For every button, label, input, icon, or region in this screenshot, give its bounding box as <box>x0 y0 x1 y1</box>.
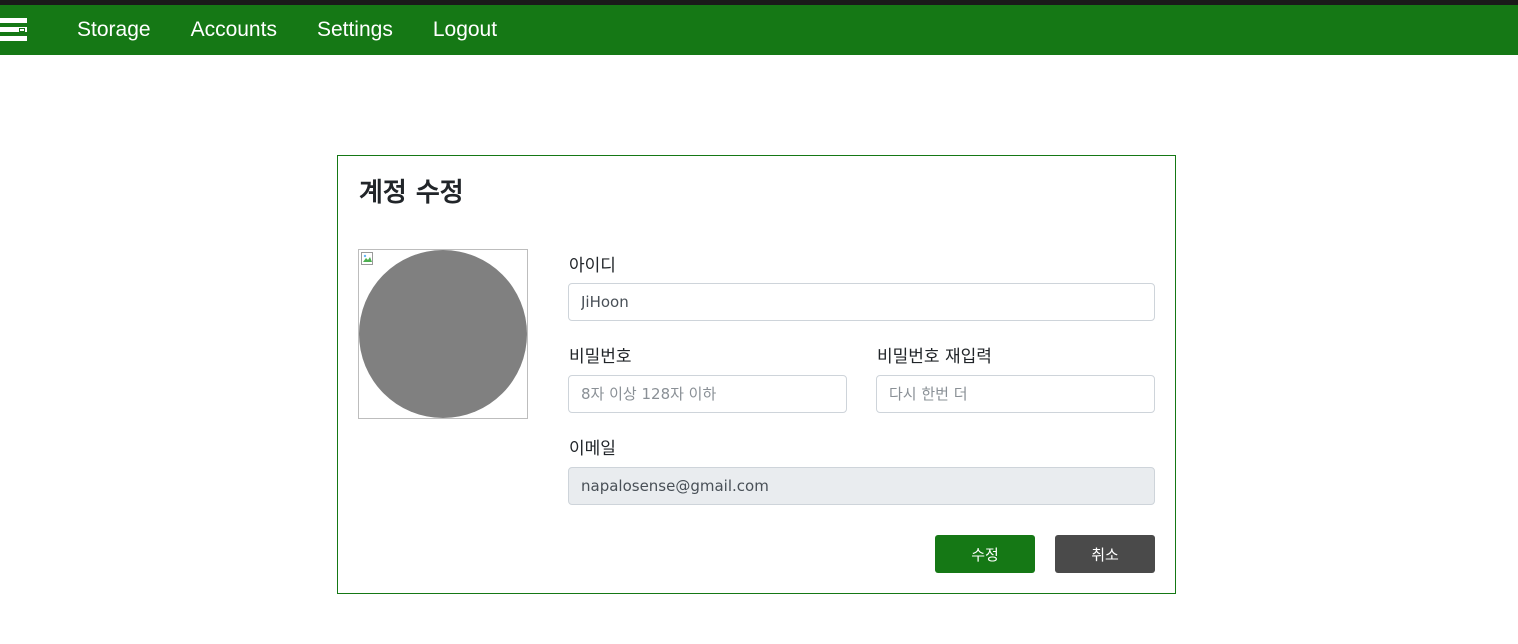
password-input[interactable] <box>568 375 847 413</box>
nav-logout-link[interactable]: Logout <box>433 18 497 42</box>
email-input <box>568 467 1155 505</box>
id-label: 아이디 <box>569 256 616 276</box>
email-label: 이메일 <box>569 439 616 459</box>
nav-accounts-link[interactable]: Accounts <box>191 18 277 42</box>
submit-edit-button[interactable]: 수정 <box>935 535 1035 573</box>
page-title: 계정 수정 <box>359 178 464 208</box>
avatar-image[interactable] <box>358 249 528 419</box>
top-navbar: Storage Accounts Settings Logout <box>0 5 1518 55</box>
password-label: 비밀번호 <box>569 347 632 367</box>
avatar-placeholder-circle <box>359 250 527 418</box>
broken-image-icon <box>361 252 373 265</box>
nav-settings-link[interactable]: Settings <box>317 18 393 42</box>
cancel-button[interactable]: 취소 <box>1055 535 1155 573</box>
password-confirm-label: 비밀번호 재입력 <box>877 347 992 367</box>
edit-account-card: 계정 수정 아이디 비밀번호 비밀번호 재입력 이메일 수정 취소 <box>337 155 1176 594</box>
nav-links: Storage Accounts Settings Logout <box>77 5 537 55</box>
nav-storage-link[interactable]: Storage <box>77 18 151 42</box>
password-confirm-input[interactable] <box>876 375 1155 413</box>
hamburger-menu-icon[interactable] <box>0 18 27 42</box>
id-input[interactable] <box>568 283 1155 321</box>
